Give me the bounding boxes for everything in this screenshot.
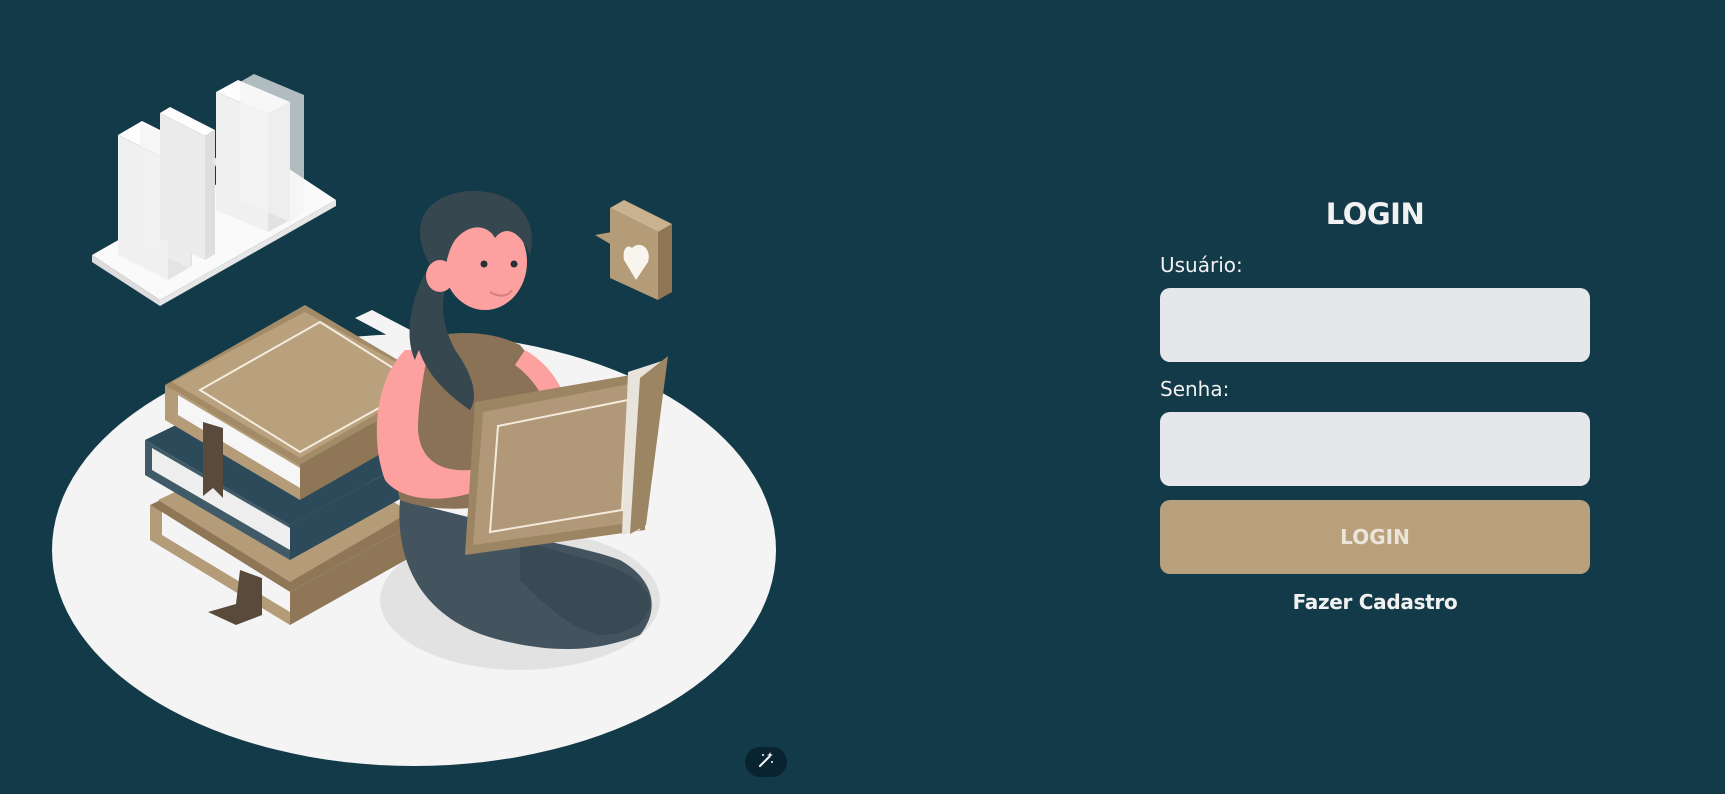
login-title: LOGIN [1325, 197, 1425, 231]
bookshelf-icon [92, 74, 336, 306]
password-label: Senha: [1160, 377, 1230, 401]
magic-wand-icon [757, 751, 775, 773]
login-form: LOGIN Usuário: Senha: LOGIN Fazer Cadast… [1160, 196, 1590, 616]
login-button[interactable]: LOGIN [1160, 500, 1590, 574]
username-input[interactable] [1160, 288, 1590, 362]
username-label: Usuário: [1160, 253, 1243, 277]
signup-link[interactable]: Fazer Cadastro [1160, 588, 1590, 616]
heart-speech-bubble-icon [595, 200, 672, 300]
password-input[interactable] [1160, 412, 1590, 486]
magic-wand-button[interactable] [745, 747, 787, 777]
reading-woman-illustration [0, 0, 860, 790]
